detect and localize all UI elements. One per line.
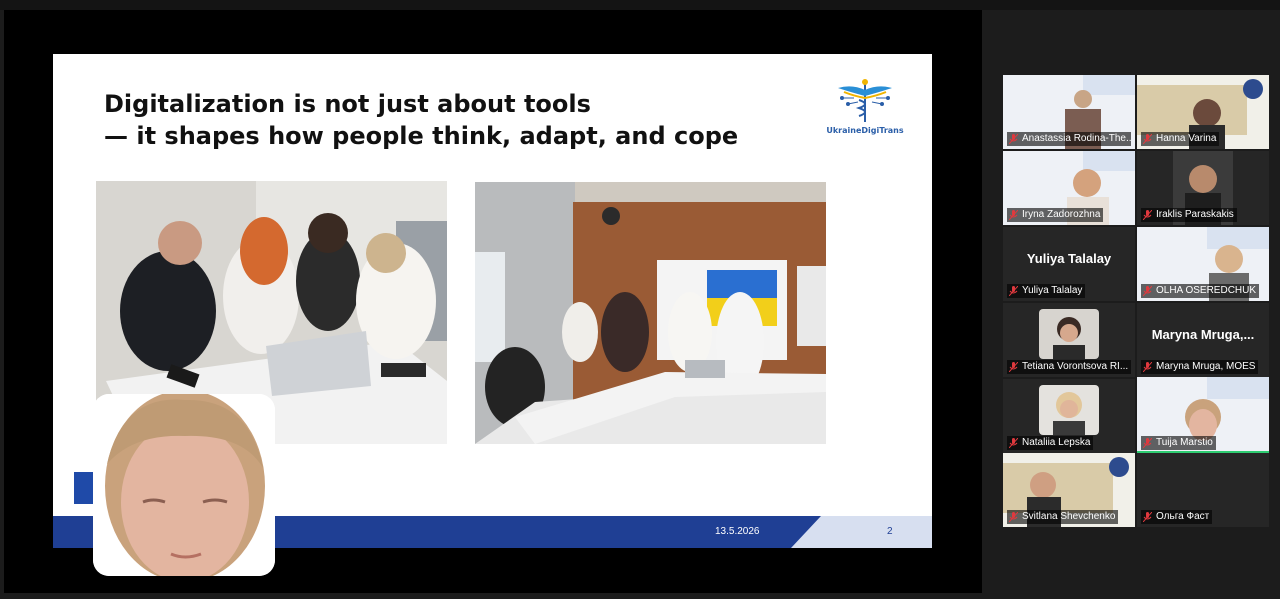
participant-tile[interactable]: OLHA OSEREDCHUK bbox=[1137, 227, 1269, 301]
participant-tile[interactable]: Maryna Mruga,... Maryna Mruga, MOES bbox=[1137, 303, 1269, 377]
participant-tile[interactable]: Iraklis Paraskakis bbox=[1137, 151, 1269, 225]
mic-muted-icon bbox=[1143, 512, 1152, 522]
participant-tile[interactable]: Svitlana Shevchenko bbox=[1003, 453, 1135, 527]
ukrainedigitrans-logo: UkraineDigiTrans bbox=[825, 76, 905, 142]
mic-muted-icon bbox=[1143, 134, 1152, 144]
participant-display-name: Yuliya Talalay bbox=[1026, 251, 1112, 266]
mic-muted-icon bbox=[1009, 286, 1018, 296]
participant-tile[interactable]: Iryna Zadorozhna bbox=[1003, 151, 1135, 225]
participant-tile[interactable]: Nataliia Lepska bbox=[1003, 379, 1135, 453]
participant-name: Ольга Фаст bbox=[1141, 510, 1213, 524]
participant-name: Maryna Mruga, MOES bbox=[1141, 360, 1259, 374]
mic-muted-icon bbox=[1009, 134, 1018, 144]
participant-name: Hanna Varina bbox=[1141, 132, 1220, 146]
participant-tile[interactable]: Ольга Фаст bbox=[1137, 453, 1269, 527]
participant-name: Svitlana Shevchenko bbox=[1007, 510, 1119, 524]
participant-name: Yuliya Talalay bbox=[1007, 284, 1086, 298]
slide-title: Digitalization is not just about tools —… bbox=[104, 88, 738, 152]
participant-name: OLHA OSEREDCHUK bbox=[1141, 284, 1260, 298]
photo-workshop-image bbox=[475, 182, 826, 444]
participant-name: Tuija Marstio bbox=[1141, 436, 1216, 450]
mic-muted-icon bbox=[1143, 362, 1152, 372]
mic-muted-icon bbox=[1009, 438, 1018, 448]
participant-name: Tetiana Vorontsova RI... bbox=[1007, 360, 1131, 374]
participant-tile[interactable]: Hanna Varina bbox=[1137, 75, 1269, 149]
logo-text: UkraineDigiTrans bbox=[826, 126, 904, 135]
participant-display-name: Maryna Mruga,... bbox=[1151, 327, 1255, 342]
mic-muted-icon bbox=[1009, 362, 1018, 372]
slide-photo-workshop bbox=[475, 182, 826, 444]
slide-date: 13.5.2026 bbox=[715, 526, 760, 537]
participant-name: Nataliia Lepska bbox=[1007, 436, 1094, 450]
slide-page-number: 2 bbox=[887, 526, 893, 537]
mic-muted-icon bbox=[1143, 210, 1152, 220]
mic-muted-icon bbox=[1009, 512, 1018, 522]
presenter-video-image bbox=[93, 394, 275, 576]
participant-name: Iraklis Paraskakis bbox=[1141, 208, 1237, 222]
video-conference-window: Digitalization is not just about tools —… bbox=[0, 0, 1280, 599]
participant-gallery: Anastassia Rodina-The... Hanna Varina Ir… bbox=[1003, 75, 1269, 527]
mic-muted-icon bbox=[1143, 438, 1152, 448]
mic-muted-icon bbox=[1009, 210, 1018, 220]
caduceus-logo-icon bbox=[838, 79, 892, 122]
participant-tile[interactable]: Anastassia Rodina-The... bbox=[1003, 75, 1135, 149]
participant-tile-active-speaker[interactable]: Tuija Marstio bbox=[1137, 377, 1269, 453]
participant-name: Iryna Zadorozhna bbox=[1007, 208, 1104, 222]
top-bar bbox=[0, 0, 1280, 10]
participant-tile[interactable]: Yuliya Talalay Yuliya Talalay bbox=[1003, 227, 1135, 301]
slide-title-line-1: Digitalization is not just about tools bbox=[104, 90, 591, 118]
participant-name: Anastassia Rodina-The... bbox=[1007, 132, 1131, 146]
slide-title-line-2: — it shapes how people think, adapt, and… bbox=[104, 122, 739, 150]
mic-muted-icon bbox=[1143, 286, 1152, 296]
participant-tile[interactable]: Tetiana Vorontsova RI... bbox=[1003, 303, 1135, 377]
presenter-video bbox=[93, 394, 275, 576]
